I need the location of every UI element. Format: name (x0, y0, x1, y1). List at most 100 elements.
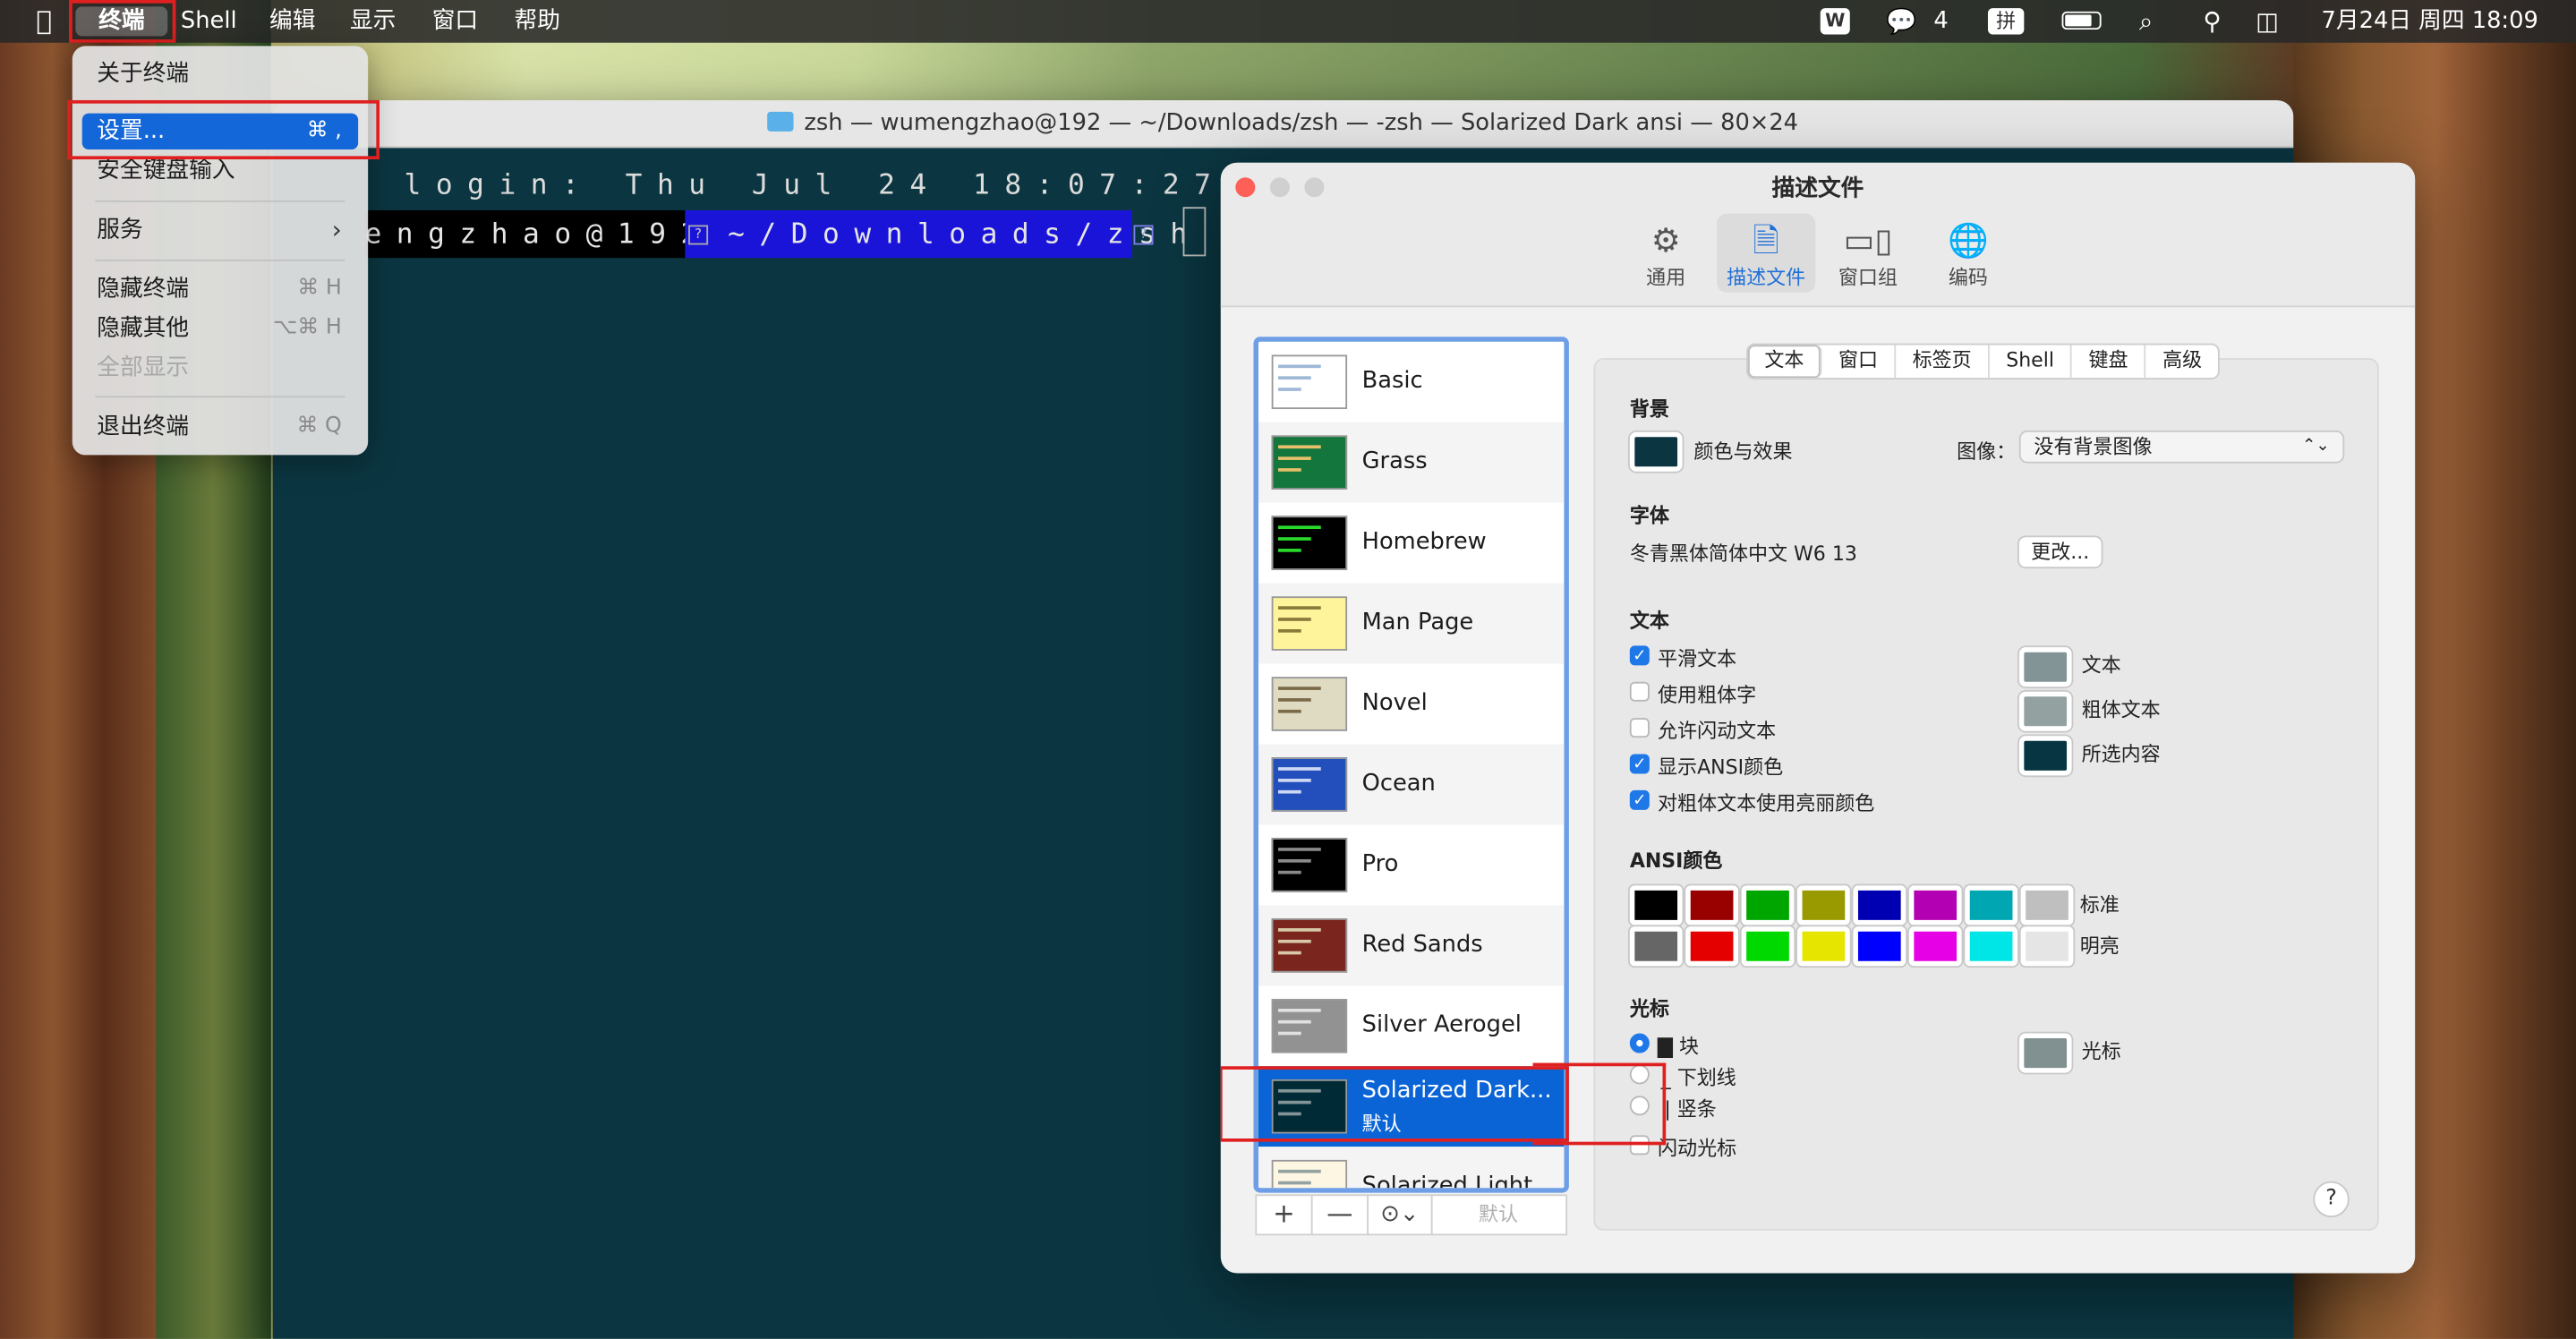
menu-view[interactable]: 显示 (350, 6, 396, 36)
profile-item-ocean[interactable]: Ocean (1258, 744, 1565, 825)
thumbnail-text-line (1278, 525, 1321, 530)
radio-cursor-underline[interactable] (1629, 1064, 1650, 1085)
profile-item-red-sands[interactable]: Red Sands (1258, 905, 1565, 986)
profile-item-man-page[interactable]: Man Page (1258, 583, 1565, 664)
change-font-button[interactable]: 更改... (2017, 535, 2103, 569)
profile-item-grass[interactable]: Grass (1258, 422, 1565, 503)
profile-item-basic[interactable]: Basic (1258, 342, 1564, 422)
menu-shell[interactable]: Shell (181, 6, 237, 36)
thumbnail-text-line (1278, 376, 1311, 380)
background-color-swatch[interactable] (1629, 431, 1683, 472)
thumbnail-text-line (1278, 1169, 1321, 1173)
profile-list-toolbar: + — ⊙⌄ 默认 (1255, 1194, 1568, 1236)
selection-color-swatch[interactable] (2018, 736, 2072, 776)
help-button[interactable]: ? (2313, 1181, 2350, 1218)
profile-item-novel[interactable]: Novel (1258, 664, 1564, 745)
segment-keyboard[interactable]: 键盘 (2072, 345, 2146, 379)
tab-general[interactable]: ⚙ 通用 (1616, 214, 1715, 293)
terminal-titlebar[interactable]: zsh — wumengzhao@192 — ~/Downloads/zsh —… (272, 99, 2294, 149)
ansi-normal-label: 标准 (2079, 893, 2120, 917)
tab-encoding[interactable]: 🌐 编码 (1919, 214, 2017, 293)
profile-thumbnail (1271, 838, 1348, 892)
apple-icon[interactable]:  (36, 5, 52, 36)
menu-item-secure-keyboard[interactable]: 安全键盘输入 (82, 153, 358, 189)
profile-thumbnail (1271, 516, 1348, 570)
checkbox-smooth-text[interactable]: ✓ (1629, 645, 1650, 666)
input-method-indicator[interactable]: 拼 (1987, 8, 2025, 35)
battery-icon[interactable] (2061, 11, 2102, 30)
menu-help[interactable]: 帮助 (515, 6, 560, 36)
segment-window[interactable]: 窗口 (1822, 345, 1897, 379)
settings-window[interactable]: 描述文件 ⚙ 通用 🗎 描述文件 ▭▯ 窗口组 🌐 编码 Basic Grass Hom… (1220, 162, 2416, 1274)
ansi-normal-swatch-6[interactable] (1965, 885, 2017, 925)
ansi-normal-swatch-5[interactable] (1908, 885, 1962, 925)
tab-profiles[interactable]: 🗎 描述文件 (1717, 213, 1816, 293)
menu-item-hide-terminal[interactable]: 隐藏终端 ⌘ H (82, 271, 358, 307)
thumbnail-text-line (1278, 364, 1321, 369)
text-color-swatch[interactable] (2018, 647, 2072, 687)
wps-icon[interactable]: W (1820, 8, 1850, 35)
checkbox-bold-font[interactable] (1629, 681, 1650, 702)
ansi-normal-swatch-7[interactable] (2020, 885, 2074, 925)
ansi-normal-swatch-3[interactable] (1797, 885, 1850, 925)
segment-tab[interactable]: 标签页 (1896, 345, 1990, 379)
menu-item-hide-others[interactable]: 隐藏其他 ⌥⌘ H (82, 311, 358, 346)
checkbox-bright-bold[interactable]: ✓ (1629, 789, 1650, 810)
ansi-bright-swatch-4[interactable] (1853, 926, 1906, 967)
clock-datetime[interactable]: 7月24日 周四 18:09 (2322, 6, 2538, 36)
profile-item-solarized-light[interactable]: Solarized Light (1258, 1147, 1565, 1189)
label-bold-font: 使用粗体字 (1658, 683, 1757, 707)
checkbox-ansi-colors[interactable]: ✓ (1629, 754, 1650, 774)
remove-profile-button[interactable]: — (1313, 1196, 1369, 1234)
bold-text-color-swatch[interactable] (2018, 691, 2072, 731)
add-profile-button[interactable]: + (1257, 1196, 1313, 1234)
menu-window[interactable]: 窗口 (432, 6, 478, 36)
background-image-select[interactable]: 没有背景图像 ⌃⌄ (2018, 430, 2345, 464)
ansi-bright-swatch-5[interactable] (1908, 926, 1962, 967)
profile-item-silver-aerogel[interactable]: Silver Aerogel (1258, 985, 1564, 1066)
cursor-heading: 光标 (1629, 997, 1669, 1020)
search-icon[interactable]: ⚲ (2203, 6, 2221, 36)
menu-item-services[interactable]: 服务 › (82, 212, 358, 248)
menu-item-about[interactable]: 关于终端 (82, 55, 358, 91)
menu-edit[interactable]: 编辑 (269, 6, 315, 36)
thumbnail-text-line (1278, 1100, 1311, 1104)
ansi-bright-swatch-3[interactable] (1797, 926, 1850, 967)
profile-thumbnail (1271, 1079, 1348, 1134)
menu-item-settings[interactable]: 设置... ⌘ , (81, 113, 359, 150)
tab-window-groups[interactable]: ▭▯ 窗口组 (1819, 214, 1917, 293)
segment-shell[interactable]: Shell (1990, 345, 2073, 379)
ansi-normal-swatch-1[interactable] (1685, 885, 1738, 925)
ansi-normal-swatch-2[interactable] (1741, 885, 1795, 925)
thumbnail-text-line (1278, 951, 1301, 955)
profile-item-solarized-dark[interactable]: Solarized Dark... 默认 (1258, 1066, 1565, 1147)
profile-list[interactable]: Basic Grass Homebrew Man Page Novel Ocea… (1253, 337, 1569, 1193)
ansi-normal-swatch-4[interactable] (1853, 885, 1906, 925)
radio-cursor-bar[interactable] (1629, 1096, 1650, 1116)
set-default-button[interactable]: 默认 (1433, 1196, 1565, 1233)
ansi-bright-swatch-7[interactable] (2020, 926, 2074, 967)
profile-item-homebrew[interactable]: Homebrew (1258, 503, 1564, 584)
prompt-user-segment: engzhao@192 (364, 209, 697, 259)
ansi-bright-swatch-0[interactable] (1629, 926, 1683, 967)
wechat-icon[interactable]: 💬 (1886, 6, 1916, 36)
control-center-icon[interactable]: ◫ (2256, 6, 2279, 36)
menu-terminal[interactable]: 终端 (75, 6, 168, 37)
segment-advanced[interactable]: 高级 (2146, 345, 2219, 378)
label-cursor-block: ▇ 块 (1658, 1035, 1699, 1059)
wifi-icon[interactable]: ⌕ (2139, 6, 2153, 36)
ansi-normal-swatch-0[interactable] (1629, 885, 1683, 925)
profile-item-pro[interactable]: Pro (1258, 824, 1564, 905)
profile-thumbnail (1271, 596, 1348, 651)
ansi-bright-swatch-6[interactable] (1965, 926, 2017, 967)
checkbox-cursor-blink[interactable] (1629, 1135, 1650, 1156)
radio-cursor-block[interactable] (1629, 1033, 1650, 1053)
segment-text[interactable]: 文本 (1747, 345, 1822, 379)
globe-icon: 🌐 (1948, 219, 1989, 260)
menu-item-quit[interactable]: 退出终端 ⌘ Q (82, 409, 358, 445)
more-actions-button[interactable]: ⊙⌄ (1369, 1196, 1433, 1234)
cursor-color-swatch[interactable] (2018, 1033, 2072, 1073)
checkbox-blink-text[interactable] (1629, 718, 1650, 738)
ansi-bright-swatch-1[interactable] (1685, 926, 1738, 967)
ansi-bright-swatch-2[interactable] (1741, 926, 1795, 967)
